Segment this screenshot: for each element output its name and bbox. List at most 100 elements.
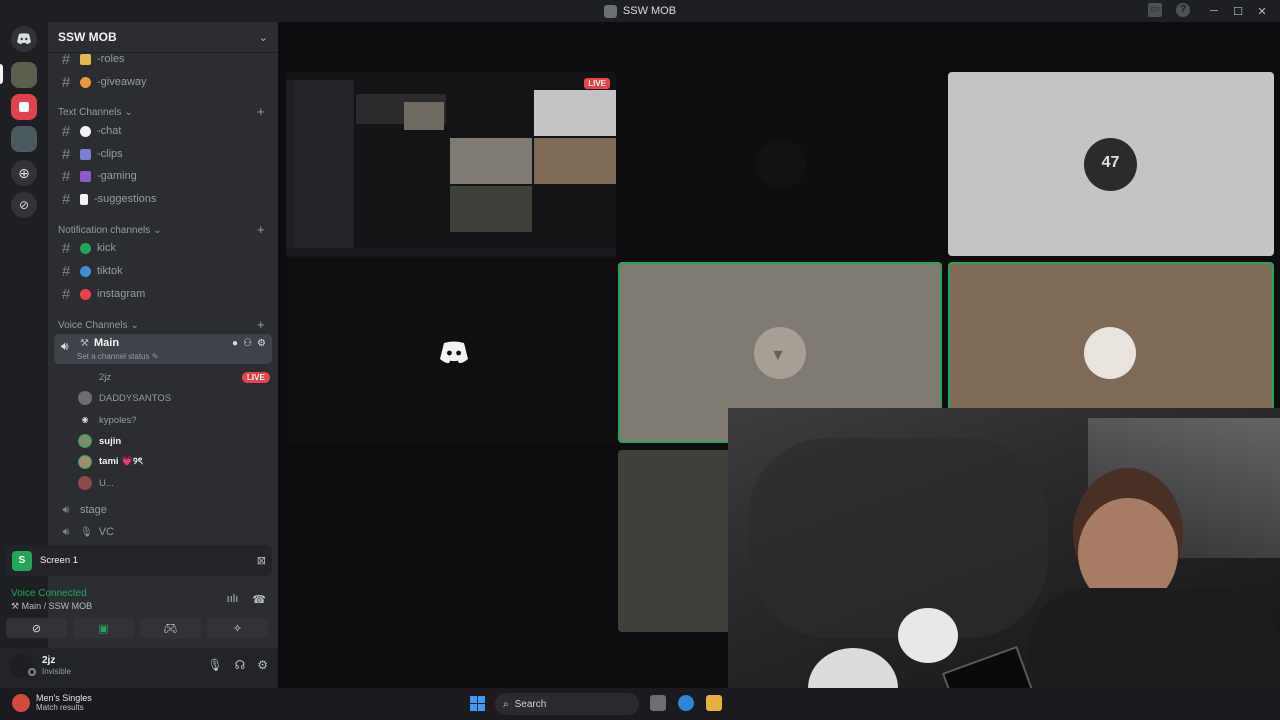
category-notification-channels[interactable]: Notification channels ⌄ (58, 225, 162, 236)
hash-icon: # (61, 239, 71, 257)
live-badge: LIVE (242, 372, 270, 383)
chevron-down-icon: ⌄ (258, 31, 268, 44)
category-voice-channels[interactable]: Voice Channels ⌄ (58, 320, 139, 331)
voice-channel-stage[interactable]: 🔊︎ stage (58, 500, 107, 520)
avatar (78, 455, 92, 469)
hash-icon: # (61, 262, 71, 280)
taskbar-search[interactable]: ⌕ Search (495, 693, 639, 715)
minimize-button[interactable]: ─ (1202, 5, 1226, 17)
search-icon: ⌕ (503, 698, 509, 710)
add-channel-icon[interactable]: + (257, 222, 265, 237)
title-bar: SSW MOB ▭ ? ─ ☐ ✕ (0, 0, 1280, 22)
webcam-overlay (728, 408, 1280, 720)
widgets-button[interactable]: Men's Singles Match results (12, 693, 92, 712)
gamepad-icon (80, 170, 91, 182)
add-channel-icon[interactable]: + (257, 104, 265, 119)
gear-icon[interactable]: ⚙ (257, 658, 268, 672)
voice-channel-main[interactable]: 🔊︎ ⚒ Main Set a channel status ✎ ● ⚇ ⚙ (54, 334, 272, 364)
channel-clips[interactable]: # -clips (58, 144, 123, 164)
screen-share-panel[interactable]: S Screen 1 ⊠ (6, 545, 272, 576)
soundboard-button[interactable]: ✧ (207, 618, 268, 638)
help-icon[interactable]: ? (1176, 3, 1190, 17)
voice-user[interactable]: sujin (78, 432, 121, 450)
channel-chat[interactable]: # -chat (58, 121, 122, 141)
user-tile-kypoles[interactable] (286, 262, 616, 445)
file-explorer-icon[interactable] (706, 695, 722, 711)
server-icon-ssw-mob[interactable] (11, 62, 37, 88)
channel-gaming[interactable]: # -gaming (58, 166, 137, 186)
speech-bubble-icon (80, 125, 91, 137)
voice-user[interactable]: tami 💗୨ৎ (78, 453, 143, 471)
headphones-icon[interactable]: ☊ (235, 658, 246, 672)
mic-emoji-icon: 🎙︎ (80, 526, 93, 538)
window-title: SSW MOB (603, 4, 677, 18)
screen-icon: S (12, 550, 32, 571)
channel-instagram[interactable]: # instagram (58, 284, 145, 304)
chat-icon[interactable]: ● (232, 338, 238, 349)
activity-button[interactable]: 🎮︎ (140, 618, 201, 638)
screen-share-button[interactable]: ▣ (73, 618, 134, 638)
voice-channel-link[interactable]: ⚒ Main / SSW MOB (11, 601, 92, 612)
emoji-icon (80, 76, 91, 88)
channel-suggestions[interactable]: # -suggestions (58, 189, 157, 209)
chevron-down-icon: ⌄ (130, 320, 139, 331)
explore-icon[interactable]: ⊘ (11, 192, 37, 218)
discord-logo-icon (440, 341, 468, 364)
hash-icon: # (61, 122, 71, 140)
voice-connected-status[interactable]: Voice Connected (11, 588, 87, 599)
avatar (78, 391, 92, 405)
server-name: SSW MOB (58, 30, 117, 44)
gear-icon[interactable]: ⚙ (257, 338, 266, 349)
stop-stream-icon[interactable]: ⊠ (257, 554, 266, 567)
add-channel-icon[interactable]: + (257, 317, 265, 332)
blue-circle-icon (80, 265, 91, 277)
taskbar: Men's Singles Match results ⌕ Search (0, 688, 1280, 720)
speaker-icon: 🔊︎ (61, 339, 69, 353)
chevron-down-icon: ⌄ (153, 225, 162, 236)
start-button[interactable] (470, 696, 485, 711)
voice-user[interactable]: U... (78, 474, 114, 492)
server-icon-voice[interactable] (11, 126, 37, 152)
live-badge: LIVE (584, 78, 610, 89)
voice-user[interactable]: ◉ kypoles? (78, 411, 137, 429)
channel-giveaway[interactable]: # -giveaway (58, 72, 147, 92)
voice-channel-vc[interactable]: 🔊︎ 🎙︎ VC (58, 522, 114, 542)
speaker-icon: 🔊︎ (62, 503, 70, 516)
discord-home-icon[interactable] (11, 26, 37, 52)
edge-icon[interactable] (678, 695, 694, 711)
maximize-button[interactable]: ☐ (1226, 5, 1250, 18)
user-panel: 2jz Invisible 🎙︎ ☊ ⚙ (0, 648, 278, 688)
hash-icon: # (61, 145, 71, 163)
channel-status[interactable]: Set a channel status ✎ (77, 352, 158, 361)
user-tile-u[interactable] (618, 72, 944, 256)
chevron-down-icon: ⌄ (124, 107, 133, 118)
voice-user[interactable]: DADDYSANTOS (78, 389, 171, 407)
red-circle-icon (80, 288, 91, 300)
discord-icon: ◉ (81, 415, 89, 424)
user-tile-daddysantos[interactable]: 47 (948, 72, 1274, 256)
close-button[interactable]: ✕ (1250, 5, 1274, 18)
disconnect-icon[interactable]: ☎ (252, 593, 266, 606)
voice-action-buttons: ⊘ ▣ 🎮︎ ✧ (6, 618, 268, 638)
channel-kick[interactable]: # kick (58, 238, 116, 258)
noise-suppression-icon[interactable]: ıılı (227, 593, 239, 606)
category-text-channels[interactable]: Text Channels ⌄ (58, 107, 133, 118)
add-server-icon[interactable]: ⊕ (11, 160, 37, 186)
channel-roles[interactable]: # -roles (58, 49, 125, 69)
channel-tiktok[interactable]: # tiktok (58, 261, 123, 281)
avatar: 47 (1084, 138, 1137, 191)
video-off-button[interactable]: ⊘ (6, 618, 67, 638)
server-icon (603, 4, 617, 18)
voice-user[interactable]: 2jz (78, 368, 111, 386)
avatar (78, 476, 92, 490)
invite-icon[interactable]: ⚇ (243, 338, 252, 349)
inbox-icon[interactable]: ▭ (1148, 3, 1162, 17)
video-icon (80, 148, 91, 160)
task-view-icon[interactable] (650, 695, 666, 711)
mic-icon[interactable]: 🎙︎ (207, 658, 222, 672)
server-icon-red[interactable] (11, 94, 37, 120)
avatar (78, 434, 92, 448)
hash-icon: # (61, 50, 71, 68)
screen-share-tile[interactable]: LIVE (286, 72, 616, 258)
window-title-text: SSW MOB (622, 5, 677, 17)
